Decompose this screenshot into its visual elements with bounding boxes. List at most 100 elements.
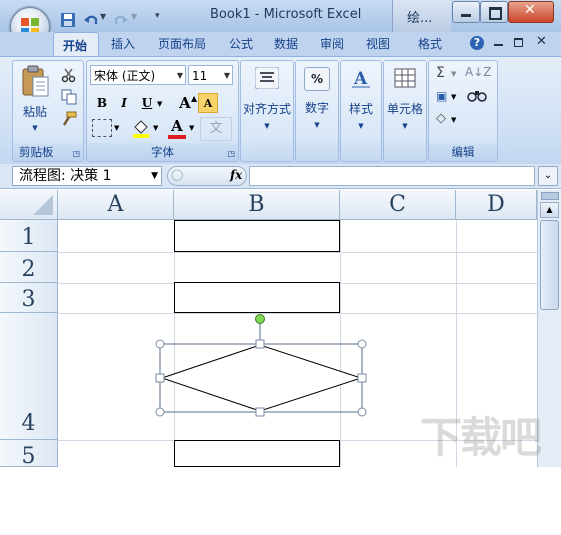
- clear-icon[interactable]: ◇: [436, 111, 446, 126]
- split-box[interactable]: [541, 192, 559, 200]
- process-shape[interactable]: [174, 440, 340, 467]
- number-group: % 数字 ▼: [295, 60, 339, 162]
- process-shape[interactable]: [174, 282, 340, 313]
- column-header-b[interactable]: B: [174, 190, 340, 220]
- format-painter-icon[interactable]: [61, 111, 77, 127]
- bold-button[interactable]: B: [92, 93, 112, 113]
- tab-format[interactable]: 格式: [418, 35, 442, 52]
- paste-button[interactable]: 粘贴 ▼: [17, 63, 53, 137]
- scroll-up-button[interactable]: ▲: [540, 202, 559, 218]
- number-button[interactable]: % 数字 ▼: [296, 67, 338, 147]
- resize-handle[interactable]: [155, 373, 165, 383]
- formula-input[interactable]: [249, 166, 535, 186]
- expand-formula-bar-icon[interactable]: ⌄: [538, 166, 558, 186]
- row-header-3[interactable]: 3: [0, 283, 58, 313]
- workbook-close-icon[interactable]: ✕: [536, 34, 547, 49]
- process-shape[interactable]: [174, 220, 340, 252]
- gridline: [58, 252, 537, 253]
- fill-color-icon[interactable]: [131, 118, 151, 138]
- styles-dropdown-icon: ▼: [358, 122, 364, 130]
- restore-button[interactable]: [480, 1, 508, 23]
- column-header-a[interactable]: A: [58, 190, 174, 220]
- tab-view[interactable]: 视图: [366, 35, 390, 52]
- row-header-2[interactable]: 2: [0, 252, 58, 283]
- help-icon[interactable]: ?: [470, 36, 484, 50]
- tab-formulas[interactable]: 公式: [229, 35, 253, 52]
- borders-button[interactable]: [92, 119, 112, 137]
- cut-icon[interactable]: [61, 67, 77, 83]
- row-header-4[interactable]: 4: [0, 313, 58, 440]
- shrink-font-button[interactable]: A: [198, 93, 218, 113]
- redo-dropdown-icon[interactable]: ▼: [131, 12, 137, 21]
- font-color-button[interactable]: A: [167, 116, 187, 136]
- insert-function-button[interactable]: fx: [230, 168, 242, 182]
- select-all-corner[interactable]: [0, 190, 58, 220]
- name-box[interactable]: 流程图: 决策 1 ▼: [12, 166, 162, 186]
- customize-qat-icon[interactable]: ▾: [155, 11, 160, 21]
- resize-handle[interactable]: [357, 339, 367, 349]
- italic-button[interactable]: I: [114, 93, 134, 113]
- svg-text:A: A: [353, 69, 368, 89]
- paste-dropdown-icon: ▼: [32, 124, 38, 132]
- resize-handle[interactable]: [255, 407, 265, 417]
- scroll-thumb[interactable]: [540, 220, 559, 310]
- row-header-5[interactable]: 5: [0, 440, 58, 469]
- clear-dropdown-icon[interactable]: ▼: [451, 116, 456, 124]
- sort-filter-icon[interactable]: A↓Z: [465, 65, 491, 79]
- font-name-value: 宋体 (正文): [94, 69, 156, 83]
- alignment-button[interactable]: 对齐方式 ▼: [241, 66, 293, 147]
- resize-handle[interactable]: [357, 373, 367, 383]
- font-size-combo[interactable]: 11 ▼: [188, 65, 233, 85]
- minimize-button[interactable]: [452, 1, 480, 23]
- phonetic-button[interactable]: 文: [200, 117, 232, 141]
- font-name-combo[interactable]: 宋体 (正文) ▼: [90, 65, 186, 85]
- resize-handle[interactable]: [255, 339, 265, 349]
- resize-handle[interactable]: [155, 339, 165, 349]
- fill-dropdown-icon[interactable]: ▼: [451, 93, 456, 101]
- underline-dropdown-icon[interactable]: ▼: [157, 100, 162, 108]
- font-launcher-icon[interactable]: ◳: [227, 149, 235, 158]
- find-select-icon[interactable]: [467, 88, 487, 104]
- number-dropdown-icon: ▼: [314, 121, 320, 129]
- vertical-scrollbar[interactable]: ▲: [537, 190, 561, 467]
- ribbon-minimize-icon[interactable]: [494, 44, 503, 46]
- resize-handle[interactable]: [357, 407, 367, 417]
- column-header-c[interactable]: C: [340, 190, 456, 220]
- tab-insert[interactable]: 插入: [111, 35, 135, 52]
- undo-icon[interactable]: [83, 12, 99, 28]
- underline-button[interactable]: U: [137, 93, 157, 113]
- borders-dropdown-icon[interactable]: ▼: [114, 124, 119, 132]
- close-button[interactable]: ✕: [508, 1, 554, 23]
- cells-button[interactable]: 单元格 ▼: [384, 67, 426, 147]
- font-size-value: 11: [192, 69, 208, 83]
- styles-button[interactable]: A 样式 ▼: [341, 67, 381, 147]
- autosum-icon[interactable]: Σ: [436, 65, 445, 81]
- fill-icon[interactable]: ▣: [436, 89, 447, 103]
- ribbon-restore-icon[interactable]: [514, 38, 523, 47]
- copy-icon[interactable]: [61, 89, 77, 105]
- styles-label: 样式: [348, 102, 373, 116]
- tab-page-layout[interactable]: 页面布局: [158, 35, 206, 52]
- clipboard-launcher-icon[interactable]: ◳: [72, 149, 80, 158]
- cells-group: 单元格 ▼: [383, 60, 427, 162]
- decision-diamond[interactable]: [160, 344, 363, 412]
- fill-color-dropdown-icon[interactable]: ▼: [153, 124, 158, 132]
- clipboard-group: 粘贴 ▼ 剪贴板 ◳: [12, 60, 84, 162]
- redo-icon[interactable]: [113, 12, 129, 28]
- autosum-dropdown-icon[interactable]: ▼: [451, 70, 456, 78]
- decision-shape[interactable]: [150, 310, 370, 420]
- tab-home[interactable]: 开始: [53, 32, 99, 58]
- column-header-d[interactable]: D: [456, 190, 537, 220]
- rotation-handle[interactable]: [255, 314, 265, 324]
- number-icon: %: [304, 67, 330, 91]
- save-icon[interactable]: [60, 12, 76, 28]
- font-color-dropdown-icon[interactable]: ▼: [189, 124, 194, 132]
- undo-dropdown-icon[interactable]: ▼: [100, 12, 106, 21]
- name-box-dropdown-icon[interactable]: ▼: [151, 167, 158, 186]
- resize-handle[interactable]: [155, 407, 165, 417]
- tab-data[interactable]: 数据: [274, 35, 298, 52]
- drawing-tools-tab[interactable]: 绘...: [392, 0, 451, 32]
- row-header-1[interactable]: 1: [0, 220, 58, 252]
- tab-review[interactable]: 审阅: [320, 35, 344, 52]
- expand-handle-icon[interactable]: ◯: [171, 168, 183, 181]
